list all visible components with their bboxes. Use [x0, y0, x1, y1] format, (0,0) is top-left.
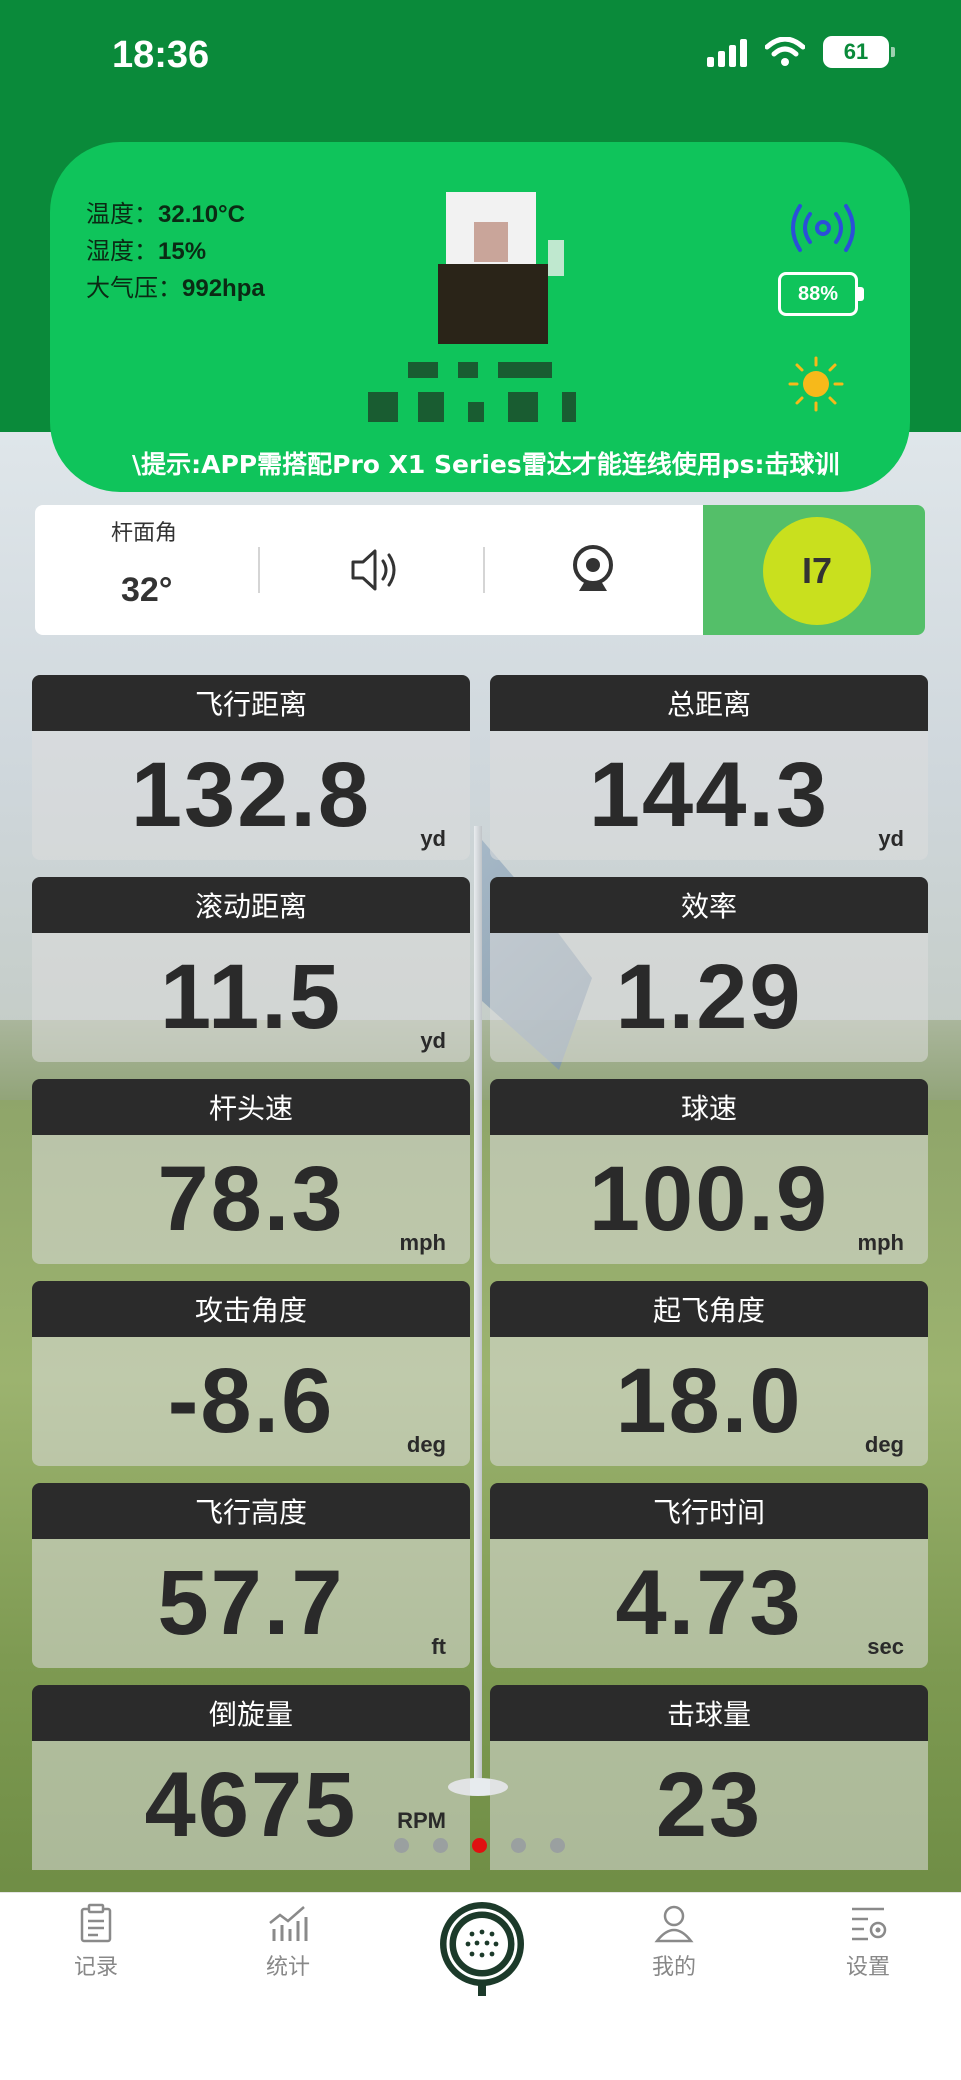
settings-icon — [852, 1907, 887, 1941]
metric-title: 效率 — [490, 877, 928, 933]
page-dot[interactable] — [394, 1838, 409, 1853]
metric-title: 起飞角度 — [490, 1281, 928, 1337]
humidity-value: 15% — [158, 238, 207, 265]
golf-ball-icon — [440, 1902, 524, 1996]
club-select-button[interactable]: I7 — [763, 517, 871, 625]
metric-unit: mph — [399, 1230, 446, 1255]
metric-value: 11.5 — [160, 946, 342, 1048]
status-time: 18:36 — [112, 34, 210, 76]
metric-title: 击球量 — [490, 1685, 928, 1741]
camera-button[interactable] — [565, 541, 621, 597]
metric-unit: yd — [420, 826, 446, 851]
cellular-signal-icon — [707, 37, 747, 67]
chart-icon — [269, 1906, 308, 1941]
metric-card-attack-angle[interactable]: 攻击角度 -8.6 deg — [32, 1281, 470, 1466]
metric-value: -8.6 — [167, 1350, 335, 1452]
metric-card-carry-distance[interactable]: 飞行距离 132.8 yd — [32, 675, 470, 860]
metric-unit: RPM — [397, 1808, 446, 1833]
webcam-icon — [573, 545, 613, 591]
metric-card-roll-distance[interactable]: 滚动距离 11.5 yd — [32, 877, 470, 1062]
humidity-row: 湿度：15% — [86, 233, 265, 270]
metric-value: 132.8 — [130, 744, 372, 846]
page-dot[interactable] — [550, 1838, 565, 1853]
nav-stats-label: 统计 — [265, 1955, 310, 1980]
metric-unit: sec — [867, 1634, 904, 1659]
username-pixelated — [368, 352, 598, 422]
pressure-row: 大气压：992hpa — [86, 270, 265, 307]
metric-title: 总距离 — [490, 675, 928, 731]
metric-unit: yd — [878, 826, 904, 851]
environment-info: 温度：32.10°C 湿度：15% 大气压：992hpa — [86, 196, 265, 307]
humidity-label: 湿度： — [86, 237, 158, 265]
pressure-label: 大气压： — [86, 274, 182, 302]
divider — [483, 547, 485, 593]
device-battery-icon: 88% — [778, 272, 864, 316]
wifi-icon — [765, 37, 805, 67]
center-golf-button[interactable] — [436, 1898, 528, 1998]
page-dot[interactable] — [511, 1838, 526, 1853]
pressure-value: 992hpa — [182, 275, 265, 302]
metric-card-club-speed[interactable]: 杆头速 78.3 mph — [32, 1079, 470, 1264]
control-bar: 杆面角 32° I7 — [35, 505, 925, 635]
metric-title: 杆头速 — [32, 1079, 470, 1135]
flag-pole — [474, 826, 482, 1786]
temperature-row: 温度：32.10°C — [86, 196, 265, 233]
metric-card-shot-count[interactable]: 击球量 23 — [490, 1685, 928, 1892]
face-angle-value[interactable]: 32° — [121, 571, 172, 610]
metric-value: 18.0 — [615, 1350, 803, 1452]
nav-settings[interactable]: 设置 — [808, 1903, 928, 1981]
sun-icon — [788, 356, 844, 416]
avatar[interactable] — [416, 192, 566, 344]
metric-card-apex-height[interactable]: 飞行高度 57.7 ft — [32, 1483, 470, 1668]
radar-connection-icon[interactable] — [788, 200, 858, 260]
metric-card-flight-time[interactable]: 飞行时间 4.73 sec — [490, 1483, 928, 1668]
page-indicator[interactable] — [394, 1838, 565, 1853]
metric-unit: deg — [406, 1432, 446, 1457]
metric-unit: mph — [857, 1230, 904, 1255]
tip-marquee: \提示:APP需搭配Pro X1 Series雷达才能连线使用ps:击球训 — [132, 450, 840, 479]
header-card: 温度：32.10°C 湿度：15% 大气压：992hpa 88% \提示:APP… — [50, 142, 910, 492]
user-icon — [654, 1905, 694, 1943]
metric-title: 飞行距离 — [32, 675, 470, 731]
status-icons: 61 — [707, 36, 895, 68]
status-bar: 18:36 61 — [0, 0, 961, 110]
metric-title: 滚动距离 — [32, 877, 470, 933]
page-dot[interactable] — [472, 1838, 487, 1853]
temperature-value: 32.10°C — [158, 201, 245, 228]
sound-button[interactable] — [347, 545, 403, 595]
nav-mine-label: 我的 — [651, 1955, 696, 1980]
nav-mine[interactable]: 我的 — [614, 1903, 734, 1981]
clipboard-icon — [80, 1903, 112, 1943]
metric-card-launch-angle[interactable]: 起飞角度 18.0 deg — [490, 1281, 928, 1466]
page-dot[interactable] — [433, 1838, 448, 1853]
metric-value: 57.7 — [157, 1552, 345, 1654]
metric-value: 4.73 — [615, 1552, 803, 1654]
divider — [258, 547, 260, 593]
metric-card-smash-factor[interactable]: 效率 1.29 — [490, 877, 928, 1062]
metric-title: 倒旋量 — [32, 1685, 470, 1741]
metric-unit: ft — [431, 1634, 446, 1659]
metric-unit: deg — [864, 1432, 904, 1457]
nav-records[interactable]: 记录 — [36, 1903, 156, 1981]
metric-title: 球速 — [490, 1079, 928, 1135]
nav-stats[interactable]: 统计 — [228, 1903, 348, 1981]
metric-title: 攻击角度 — [32, 1281, 470, 1337]
metric-card-backspin[interactable]: 倒旋量 4675 RPM — [32, 1685, 470, 1892]
metric-card-ball-speed[interactable]: 球速 100.9 mph — [490, 1079, 928, 1264]
metric-title: 飞行高度 — [32, 1483, 470, 1539]
temperature-label: 温度： — [86, 200, 158, 228]
metric-card-total-distance[interactable]: 总距离 144.3 yd — [490, 675, 928, 860]
metric-unit: yd — [420, 1028, 446, 1053]
metric-value: 1.29 — [615, 946, 803, 1048]
face-angle-label: 杆面角 — [111, 521, 178, 546]
phone-battery-icon: 61 — [823, 36, 895, 68]
club-panel: I7 — [703, 505, 925, 635]
speaker-icon — [351, 549, 396, 591]
metric-title: 飞行时间 — [490, 1483, 928, 1539]
metric-value: 144.3 — [588, 744, 830, 846]
nav-settings-label: 设置 — [845, 1955, 890, 1980]
nav-records-label: 记录 — [73, 1955, 118, 1980]
